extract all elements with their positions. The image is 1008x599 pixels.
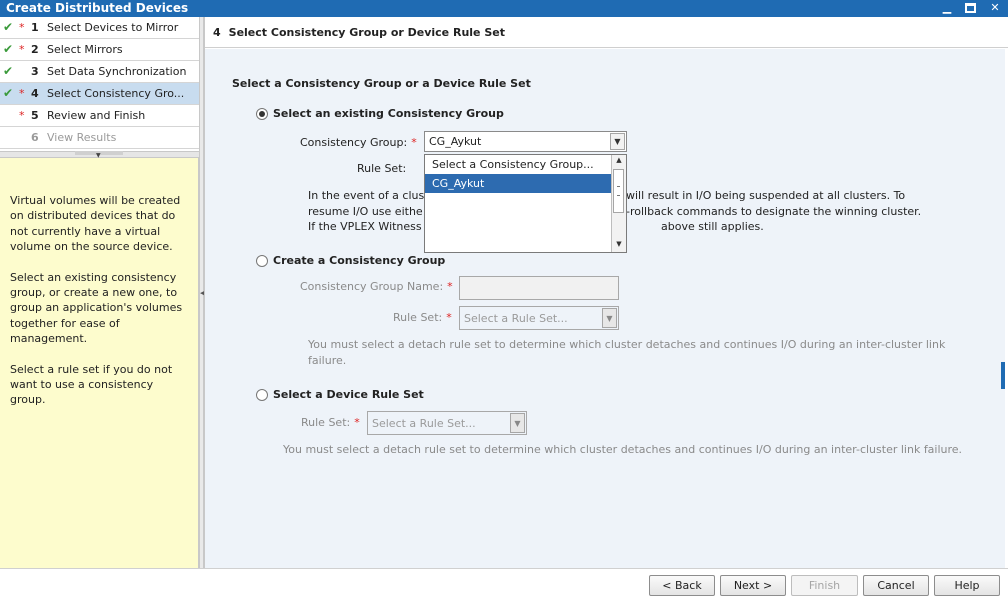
chevron-down-icon[interactable]: ▼ bbox=[610, 133, 625, 150]
next-button[interactable]: Next > bbox=[720, 575, 786, 596]
finish-button: Finish bbox=[791, 575, 858, 596]
create-note: You must select a detach rule set to det… bbox=[308, 338, 946, 367]
scroll-thumb[interactable] bbox=[613, 169, 624, 213]
device-rule-set-label: Rule Set: * bbox=[301, 416, 360, 429]
radio-label: Select an existing Consistency Group bbox=[273, 107, 504, 120]
required-marker: * bbox=[19, 21, 25, 34]
device-rule-set-select[interactable]: Select a Rule Set... ▼ bbox=[367, 411, 527, 435]
required-marker: * bbox=[19, 109, 25, 122]
step-label: Set Data Synchronization bbox=[47, 65, 187, 78]
maximize-icon[interactable] bbox=[964, 0, 978, 15]
scroll-indicator bbox=[1001, 362, 1005, 389]
chevron-down-icon[interactable]: ▼ bbox=[510, 413, 525, 433]
close-icon[interactable]: ✕ bbox=[988, 0, 1002, 15]
step-number: 1 bbox=[31, 21, 39, 34]
radio-existing-group[interactable]: Select an existing Consistency Group bbox=[256, 107, 504, 120]
step-select-mirrors[interactable]: ✔ * 2 Select Mirrors bbox=[0, 39, 199, 61]
step-label: View Results bbox=[47, 131, 117, 144]
rule-set-placeholder: Select a Rule Set... bbox=[464, 312, 568, 325]
step-number: 5 bbox=[31, 109, 39, 122]
step-label: Select Devices to Mirror bbox=[47, 21, 179, 34]
radio-button[interactable] bbox=[256, 388, 268, 401]
nav-splitter[interactable]: ▼ bbox=[0, 151, 199, 159]
window-titlebar: Create Distributed Devices ▁ ✕ bbox=[0, 0, 1008, 17]
group-name-label: Consistency Group Name: * bbox=[300, 280, 453, 293]
existing-note-left: In the event of a clus resume I/O use ei… bbox=[308, 189, 425, 233]
help-text: Virtual volumes will be created on distr… bbox=[10, 194, 181, 254]
help-panel: Virtual volumes will be created on distr… bbox=[0, 158, 199, 568]
help-button[interactable]: Help bbox=[934, 575, 1000, 596]
cancel-button[interactable]: Cancel bbox=[863, 575, 929, 596]
section-title: Select a Consistency Group or a Device R… bbox=[232, 77, 531, 90]
step-number: 2 bbox=[31, 43, 39, 56]
back-button[interactable]: < Back bbox=[649, 575, 715, 596]
check-icon: ✔ bbox=[3, 64, 14, 78]
help-text: Select an existing consistency group, or… bbox=[10, 270, 183, 346]
step-label: Select Mirrors bbox=[47, 43, 123, 56]
step-label: Select Consistency Gro... bbox=[47, 87, 185, 100]
dropdown-option[interactable]: Select a Consistency Group... bbox=[425, 155, 612, 174]
required-marker: * bbox=[19, 43, 25, 56]
main-panel: 4 Select Consistency Group or Device Rule… bbox=[204, 17, 1008, 568]
minimize-icon[interactable]: ▁ bbox=[940, 0, 954, 15]
step-number: 4 bbox=[31, 87, 39, 100]
page-step-number: 4 bbox=[213, 26, 221, 39]
radio-create-group[interactable]: Create a Consistency Group bbox=[256, 254, 445, 267]
scroll-down-icon[interactable]: ▼ bbox=[614, 240, 624, 251]
consistency-group-label: Consistency Group: * bbox=[300, 136, 417, 149]
radio-label: Create a Consistency Group bbox=[273, 254, 446, 267]
step-consistency-group[interactable]: ✔ * 4 Select Consistency Gro... bbox=[0, 83, 199, 105]
dropdown-option-selected[interactable]: CG_Aykut bbox=[425, 174, 612, 193]
radio-label: Select a Device Rule Set bbox=[273, 388, 424, 401]
step-label: Review and Finish bbox=[47, 109, 146, 122]
radio-button[interactable] bbox=[256, 107, 268, 120]
chevron-down-icon[interactable]: ▼ bbox=[602, 308, 617, 328]
required-marker: * bbox=[19, 87, 25, 100]
rule-set-label: Rule Set: bbox=[357, 162, 407, 175]
existing-note-right: will result in I/O being suspended at al… bbox=[626, 189, 922, 233]
wizard-steps: ✔ * 1 Select Devices to Mirror ✔ * 2 Sel… bbox=[0, 17, 199, 151]
step-view-results: 6 View Results bbox=[0, 127, 199, 149]
consistency-group-dropdown[interactable]: Select a Consistency Group... CG_Aykut ▲… bbox=[424, 154, 627, 253]
help-text: Select a rule set if you do not want to … bbox=[10, 362, 173, 407]
page-title: Select Consistency Group or Device Rule … bbox=[228, 26, 505, 39]
create-rule-set-select[interactable]: Select a Rule Set... ▼ bbox=[459, 306, 619, 330]
consistency-group-select[interactable]: CG_Aykut ▼ bbox=[424, 131, 627, 152]
check-icon: ✔ bbox=[3, 86, 14, 100]
consistency-group-value: CG_Aykut bbox=[429, 135, 482, 148]
wizard-footer: < Back Next > Finish Cancel Help bbox=[0, 568, 1008, 599]
check-icon: ✔ bbox=[3, 42, 14, 56]
check-icon: ✔ bbox=[3, 20, 14, 34]
step-number: 6 bbox=[31, 131, 39, 144]
radio-button[interactable] bbox=[256, 254, 268, 267]
rule-set-placeholder: Select a Rule Set... bbox=[372, 417, 476, 430]
step-review-finish[interactable]: * 5 Review and Finish bbox=[0, 105, 199, 127]
page-header: 4 Select Consistency Group or Device Rule… bbox=[205, 17, 1008, 48]
radio-device-rule-set[interactable]: Select a Device Rule Set bbox=[256, 388, 424, 401]
dropdown-scrollbar[interactable]: ▲ ▼ bbox=[611, 155, 626, 252]
form-area: Select a Consistency Group or a Device R… bbox=[205, 49, 1005, 568]
window-title: Create Distributed Devices bbox=[6, 1, 189, 15]
group-name-input[interactable] bbox=[459, 276, 619, 300]
create-rule-set-label: Rule Set: * bbox=[393, 311, 452, 324]
step-number: 3 bbox=[31, 65, 39, 78]
step-select-devices[interactable]: ✔ * 1 Select Devices to Mirror bbox=[0, 17, 199, 39]
step-data-sync[interactable]: ✔ 3 Set Data Synchronization bbox=[0, 61, 199, 83]
scroll-up-icon[interactable]: ▲ bbox=[614, 156, 624, 167]
device-note: You must select a detach rule set to det… bbox=[283, 443, 963, 456]
